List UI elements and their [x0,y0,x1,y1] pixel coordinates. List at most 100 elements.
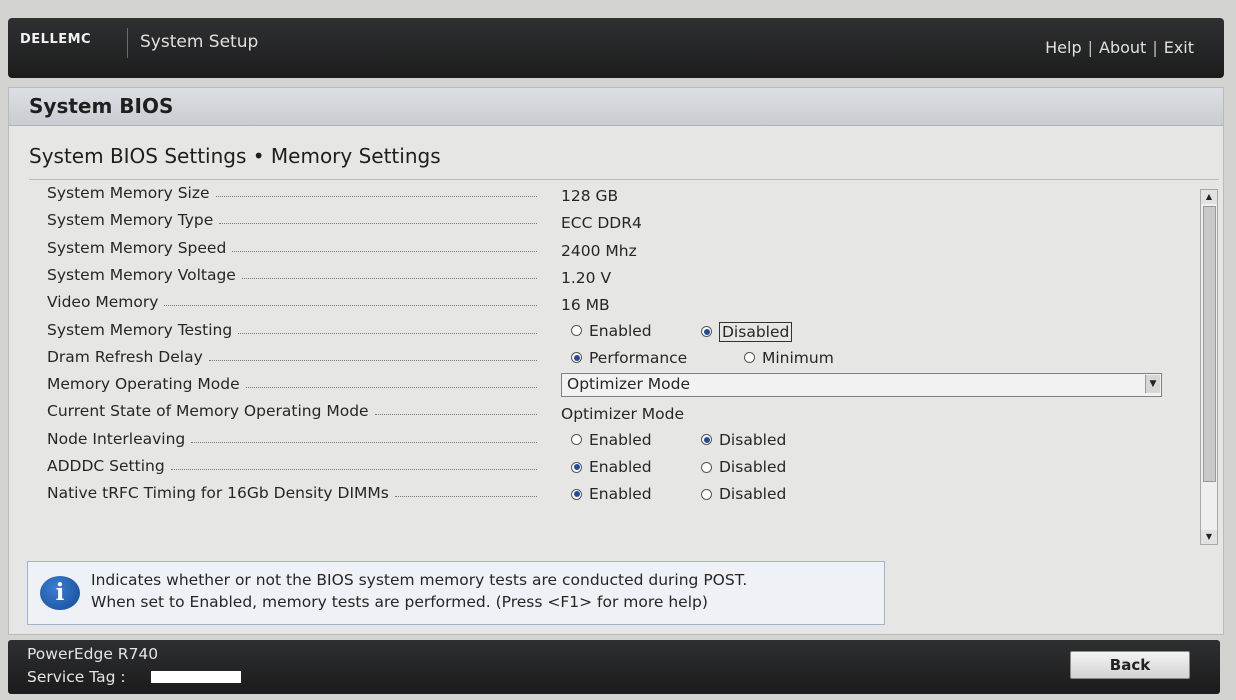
scroll-thumb[interactable] [1203,206,1216,482]
radio-unselected-icon[interactable] [744,352,755,364]
radio-option-label: Enabled [589,430,652,449]
setting-row-adddc-setting: ADDDC Setting Enabled Disabled [47,455,1167,482]
setting-label: System Memory Type [47,211,537,229]
setting-label-text: Dram Refresh Delay [47,347,203,366]
radio-selected-icon[interactable] [571,352,582,364]
setting-label: Current State of Memory Operating Mode [47,402,537,420]
memory-operating-mode-dropdown[interactable]: Optimizer Mode ▼ [561,373,1162,398]
setting-value: 1.20 V [561,268,612,287]
radio-option-enabled[interactable]: Enabled [571,458,652,476]
service-tag-label: Service Tag : [27,668,126,686]
radio-unselected-icon[interactable] [701,488,712,500]
radio-option-label: Disabled [719,485,787,504]
setting-row-system-memory-speed: System Memory Speed 2400 Mhz [47,237,1167,264]
leader-dots [219,222,537,225]
radio-option-disabled[interactable]: Disabled [701,458,786,476]
setting-label: Memory Operating Mode [47,375,537,393]
radio-option-enabled[interactable]: Enabled [571,485,652,503]
setting-row-memory-operating-mode: Memory Operating Mode Optimizer Mode ▼ [47,373,1167,400]
setting-label: Video Memory [47,293,537,311]
setting-label-text: System Memory Testing [47,320,233,339]
setting-row-video-memory: Video Memory 16 MB [47,291,1167,318]
setting-row-system-memory-testing: System Memory Testing Enabled Disabled [47,319,1167,346]
leader-dots [232,250,537,252]
radio-unselected-icon[interactable] [571,325,582,336]
radio-selected-icon[interactable] [571,488,582,500]
setting-row-node-interleaving: Node Interleaving Enabled Disabled [47,428,1167,455]
radio-option-enabled[interactable]: Enabled [571,322,652,340]
radio-option-label: Disabled [719,321,793,342]
setting-label-text: ADDDC Setting [47,457,165,475]
scroll-up-arrow-icon[interactable]: ▲ [1201,190,1217,204]
help-line-1: Indicates whether or not the BIOS system… [91,571,748,589]
leader-dots [208,359,537,361]
radio-unselected-icon[interactable] [571,434,582,446]
help-link[interactable]: Help [1045,38,1081,57]
setting-value: 128 GB [561,187,619,205]
setting-label-text: Node Interleaving [47,429,186,448]
top-links: Help | About | Exit [1045,38,1194,57]
setting-row-system-memory-type: System Memory Type ECC DDR4 [47,209,1167,236]
setting-label-text: System Memory Type [47,211,214,230]
setting-row-current-state-of-memory-operating-mode: Current State of Memory Operating Mode Op… [47,400,1167,427]
radio-option-label: Enabled [589,458,652,476]
setting-row-system-memory-size: System Memory Size 128 GB [47,182,1167,209]
about-link[interactable]: About [1099,38,1146,57]
radio-option-label: Enabled [589,321,652,340]
leader-dots [241,277,537,279]
setting-label-text: Memory Operating Mode [47,375,240,394]
leader-dots [191,441,537,443]
app-title: System Setup [140,32,259,52]
setting-label: System Memory Size [47,184,537,202]
info-icon: i [40,576,80,610]
dell-emc-logo: DELLEMC [20,32,92,47]
setting-label: System Memory Voltage [47,266,537,284]
setting-label: System Memory Testing [47,321,537,339]
top-bar: DELLEMC System Setup Help | About | Exit [8,18,1224,78]
setting-label-text: System Memory Size [47,184,210,202]
scroll-down-arrow-icon[interactable]: ▼ [1201,530,1217,544]
setting-label-text: System Memory Speed [47,238,227,257]
setting-label-text: Native tRFC Timing for 16Gb Density DIMM… [47,484,389,503]
leader-dots [215,195,537,197]
radio-option-performance[interactable]: Performance [571,349,687,367]
setting-label: Node Interleaving [47,430,537,448]
setting-label: System Memory Speed [47,239,537,257]
help-box: i Indicates whether or not the BIOS syst… [27,561,885,625]
setting-row-system-memory-voltage: System Memory Voltage 1.20 V [47,264,1167,291]
radio-selected-icon[interactable] [571,461,582,473]
service-tag-redacted [151,671,241,683]
setting-value: 16 MB [561,296,610,315]
radio-selected-icon[interactable] [701,434,712,446]
breadcrumb-divider [29,179,1219,180]
exit-link[interactable]: Exit [1164,38,1194,57]
radio-option-disabled[interactable]: Disabled [701,431,786,449]
setting-value: ECC DDR4 [561,214,642,233]
help-text: Indicates whether or not the BIOS system… [91,569,747,613]
radio-option-label: Disabled [719,430,787,449]
setting-label: Dram Refresh Delay [47,348,537,366]
radio-option-disabled[interactable]: Disabled [701,321,793,342]
footer-bar: PowerEdge R740 Service Tag : Back [8,640,1220,694]
setting-row-native-trfc-timing-for-16gb-density-dimms: Native tRFC Timing for 16Gb Density DIMM… [47,482,1167,509]
radio-option-minimum[interactable]: Minimum [744,349,834,367]
back-button[interactable]: Back [1070,651,1190,679]
leader-dots [238,332,537,334]
radio-option-enabled[interactable]: Enabled [571,431,652,449]
leader-dots [164,304,537,307]
radio-selected-icon[interactable] [701,326,712,337]
radio-unselected-icon[interactable] [701,461,712,473]
setting-row-dram-refresh-delay: Dram Refresh Delay Performance Minimum [47,346,1167,373]
dropdown-selected-value: Optimizer Mode [567,375,691,394]
setting-value: 2400 Mhz [561,241,637,260]
help-line-2: When set to Enabled, memory tests are pe… [91,593,708,611]
vertical-scrollbar[interactable]: ▲ ▼ [1200,189,1218,545]
panel-title: System BIOS [29,94,174,118]
chevron-down-icon[interactable]: ▼ [1145,375,1160,394]
radio-option-disabled[interactable]: Disabled [701,485,786,503]
setting-value: Optimizer Mode [561,405,685,424]
leader-dots [245,386,537,389]
radio-option-label: Disabled [719,458,787,476]
panel-header: System BIOS [9,88,1223,126]
link-separator: | [1087,38,1093,57]
